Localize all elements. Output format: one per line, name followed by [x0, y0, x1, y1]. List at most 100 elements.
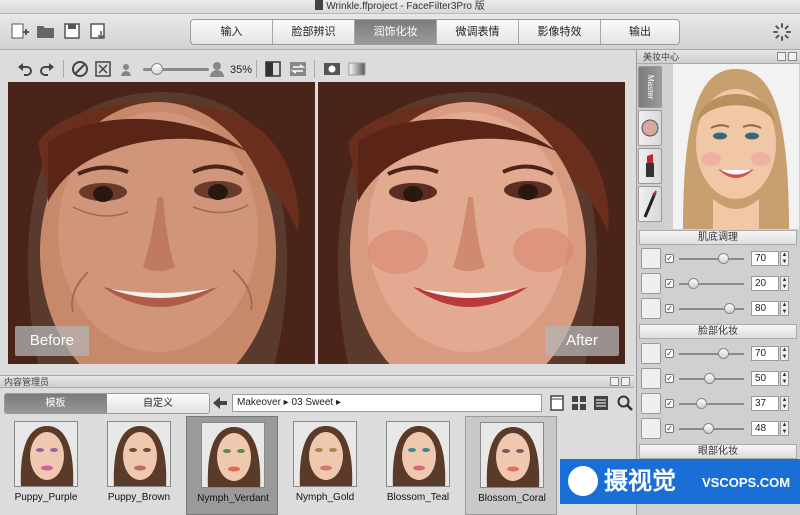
tab-skin[interactable] — [638, 110, 662, 146]
after-face-image — [318, 82, 625, 364]
skin-slider-3-knob[interactable] — [724, 303, 735, 314]
face-stepper-3[interactable]: ▲ ▼ — [780, 396, 789, 411]
tab-retouch-makeup[interactable]: 润饰化妆 — [355, 20, 437, 44]
skin-checkbox-3[interactable]: ✓ — [665, 304, 674, 313]
face-slider-1-knob[interactable] — [718, 348, 729, 359]
face-checkbox-4[interactable]: ✓ — [665, 424, 674, 433]
face-value-1[interactable]: 70 — [751, 346, 779, 361]
skin-value-1[interactable]: 70 — [751, 251, 779, 266]
lipstick-icon — [646, 154, 654, 177]
section-skin-care[interactable]: 肌底调理 — [639, 230, 797, 245]
list-view-icon[interactable] — [592, 394, 610, 412]
model-face-image — [673, 64, 799, 229]
detach-panel-button[interactable] — [777, 52, 786, 61]
undo-icon[interactable] — [16, 60, 34, 78]
template-name: Nymph_Verdant — [197, 493, 269, 504]
search-icon[interactable] — [616, 394, 634, 412]
section-face-makeup[interactable]: 脸部化妆 — [639, 324, 797, 339]
skin-slider-1-track[interactable] — [679, 258, 744, 260]
template-thumbnail[interactable]: Blossom_Coral — [465, 416, 557, 515]
face-slider-1-track[interactable] — [679, 353, 744, 355]
template-thumbnail[interactable]: Nymph_Gold — [279, 416, 371, 515]
new-project-icon[interactable] — [10, 22, 30, 40]
template-face-image — [14, 421, 78, 487]
after-photo[interactable]: After — [318, 82, 625, 364]
back-arrow-icon[interactable] — [212, 395, 228, 411]
open-folder-icon[interactable] — [36, 22, 56, 40]
divider — [314, 60, 315, 78]
face-slider-4-knob[interactable] — [703, 423, 714, 434]
swap-view-icon[interactable] — [289, 60, 307, 78]
tab-master[interactable]: Master — [638, 66, 662, 108]
skin-slider-1-knob[interactable] — [718, 253, 729, 264]
grid-view-icon[interactable] — [570, 394, 588, 412]
title-bar: Wrinkle.ffproject - FaceFilter3Pro 版 — [0, 0, 800, 14]
app-window: Wrinkle.ffproject - FaceFilter3Pro 版 输入 … — [0, 0, 800, 515]
tab-output[interactable]: 输出 — [601, 20, 679, 44]
skin-slider-row-2: ✓ 20 ▲ ▼ — [639, 272, 797, 296]
face-slider-3-track[interactable] — [679, 403, 744, 405]
detach-content-manager-button[interactable] — [610, 377, 619, 386]
export-icon[interactable] — [88, 22, 108, 40]
close-content-manager-button[interactable] — [621, 377, 630, 386]
face-checkbox-1[interactable]: ✓ — [665, 349, 674, 358]
content-manager-header: 内容管理员 — [0, 375, 634, 388]
makeup-vertical-tabs: Master — [637, 64, 663, 236]
face-checkbox-3[interactable]: ✓ — [665, 399, 674, 408]
main-toolbar: 输入 脸部辨识 润饰化妆 微调表情 影像特效 输出 — [0, 14, 800, 50]
tab-face-detect[interactable]: 脸部辨识 — [273, 20, 355, 44]
tab-eyes[interactable] — [638, 186, 662, 222]
face-value-2[interactable]: 50 — [751, 371, 779, 386]
skin-checkbox-2[interactable]: ✓ — [665, 279, 674, 288]
skin-stepper-3[interactable]: ▲ ▼ — [780, 301, 789, 316]
skin-value-2[interactable]: 20 — [751, 276, 779, 291]
tab-expression[interactable]: 微调表情 — [437, 20, 519, 44]
page-view-icon[interactable] — [548, 394, 566, 412]
tab-templates[interactable]: 模板 — [5, 394, 107, 413]
face-stepper-2[interactable]: ▲ ▼ — [780, 371, 789, 386]
skin-stepper-2[interactable]: ▲ ▼ — [780, 276, 789, 291]
face-slider-3-knob[interactable] — [696, 398, 707, 409]
skin-slider-2-knob[interactable] — [688, 278, 699, 289]
workflow-tabs: 输入 脸部辨识 润饰化妆 微调表情 影像特效 输出 — [190, 19, 680, 45]
template-thumbnail[interactable]: Nymph_Verdant — [186, 416, 278, 515]
zoom-percentage: 35% — [230, 64, 253, 76]
panel-title: 美妆中心 — [643, 52, 680, 62]
face-slider-row-2: ✓ 50 ▲ ▼ — [639, 367, 797, 391]
template-thumbnail[interactable]: Blossom_Teal — [372, 416, 464, 515]
split-view-icon[interactable] — [264, 60, 282, 78]
tab-input[interactable]: 输入 — [191, 20, 273, 44]
template-name: Nymph_Gold — [295, 492, 355, 503]
face-value-4[interactable]: 48 — [751, 421, 779, 436]
redo-icon[interactable] — [38, 60, 56, 78]
face-checkbox-2[interactable]: ✓ — [665, 374, 674, 383]
tab-face[interactable] — [638, 148, 662, 184]
skin-value-3[interactable]: 80 — [751, 301, 779, 316]
mask-view-icon[interactable] — [323, 60, 341, 78]
watermark-logo — [568, 466, 598, 496]
face-stepper-4[interactable]: ▲ ▼ — [780, 421, 789, 436]
skin-stepper-1[interactable]: ▲ ▼ — [780, 251, 789, 266]
tab-custom[interactable]: 自定义 — [107, 394, 209, 413]
tab-effects[interactable]: 影像特效 — [519, 20, 601, 44]
save-icon[interactable] — [62, 22, 82, 40]
template-thumbnail[interactable]: Puppy_Purple — [0, 416, 92, 515]
face-shape-icon — [641, 248, 661, 269]
gradient-view-icon[interactable] — [348, 60, 366, 78]
close-panel-button[interactable] — [788, 52, 797, 61]
skin-checkbox-1[interactable]: ✓ — [665, 254, 674, 263]
skin-slider-row-1: ✓ 70 ▲ ▼ — [639, 247, 797, 271]
model-face-preview — [673, 64, 799, 229]
template-path-bar[interactable]: Makeover ▸ 03 Sweet ▸ — [232, 394, 542, 412]
reset-icon[interactable] — [71, 60, 89, 78]
before-photo[interactable]: Before — [8, 82, 315, 364]
face-stepper-1[interactable]: ▲ ▼ — [780, 346, 789, 361]
template-face-image — [107, 421, 171, 487]
template-thumbnail[interactable]: Puppy_Brown — [93, 416, 185, 515]
face-slider-2-knob[interactable] — [704, 373, 715, 384]
face-value-3[interactable]: 37 — [751, 396, 779, 411]
zoom-slider-knob[interactable] — [151, 63, 163, 75]
section-eye-makeup[interactable]: 眼部化妆 — [639, 444, 797, 459]
fit-to-window-icon[interactable] — [94, 60, 112, 78]
foundation-icon — [641, 343, 661, 364]
